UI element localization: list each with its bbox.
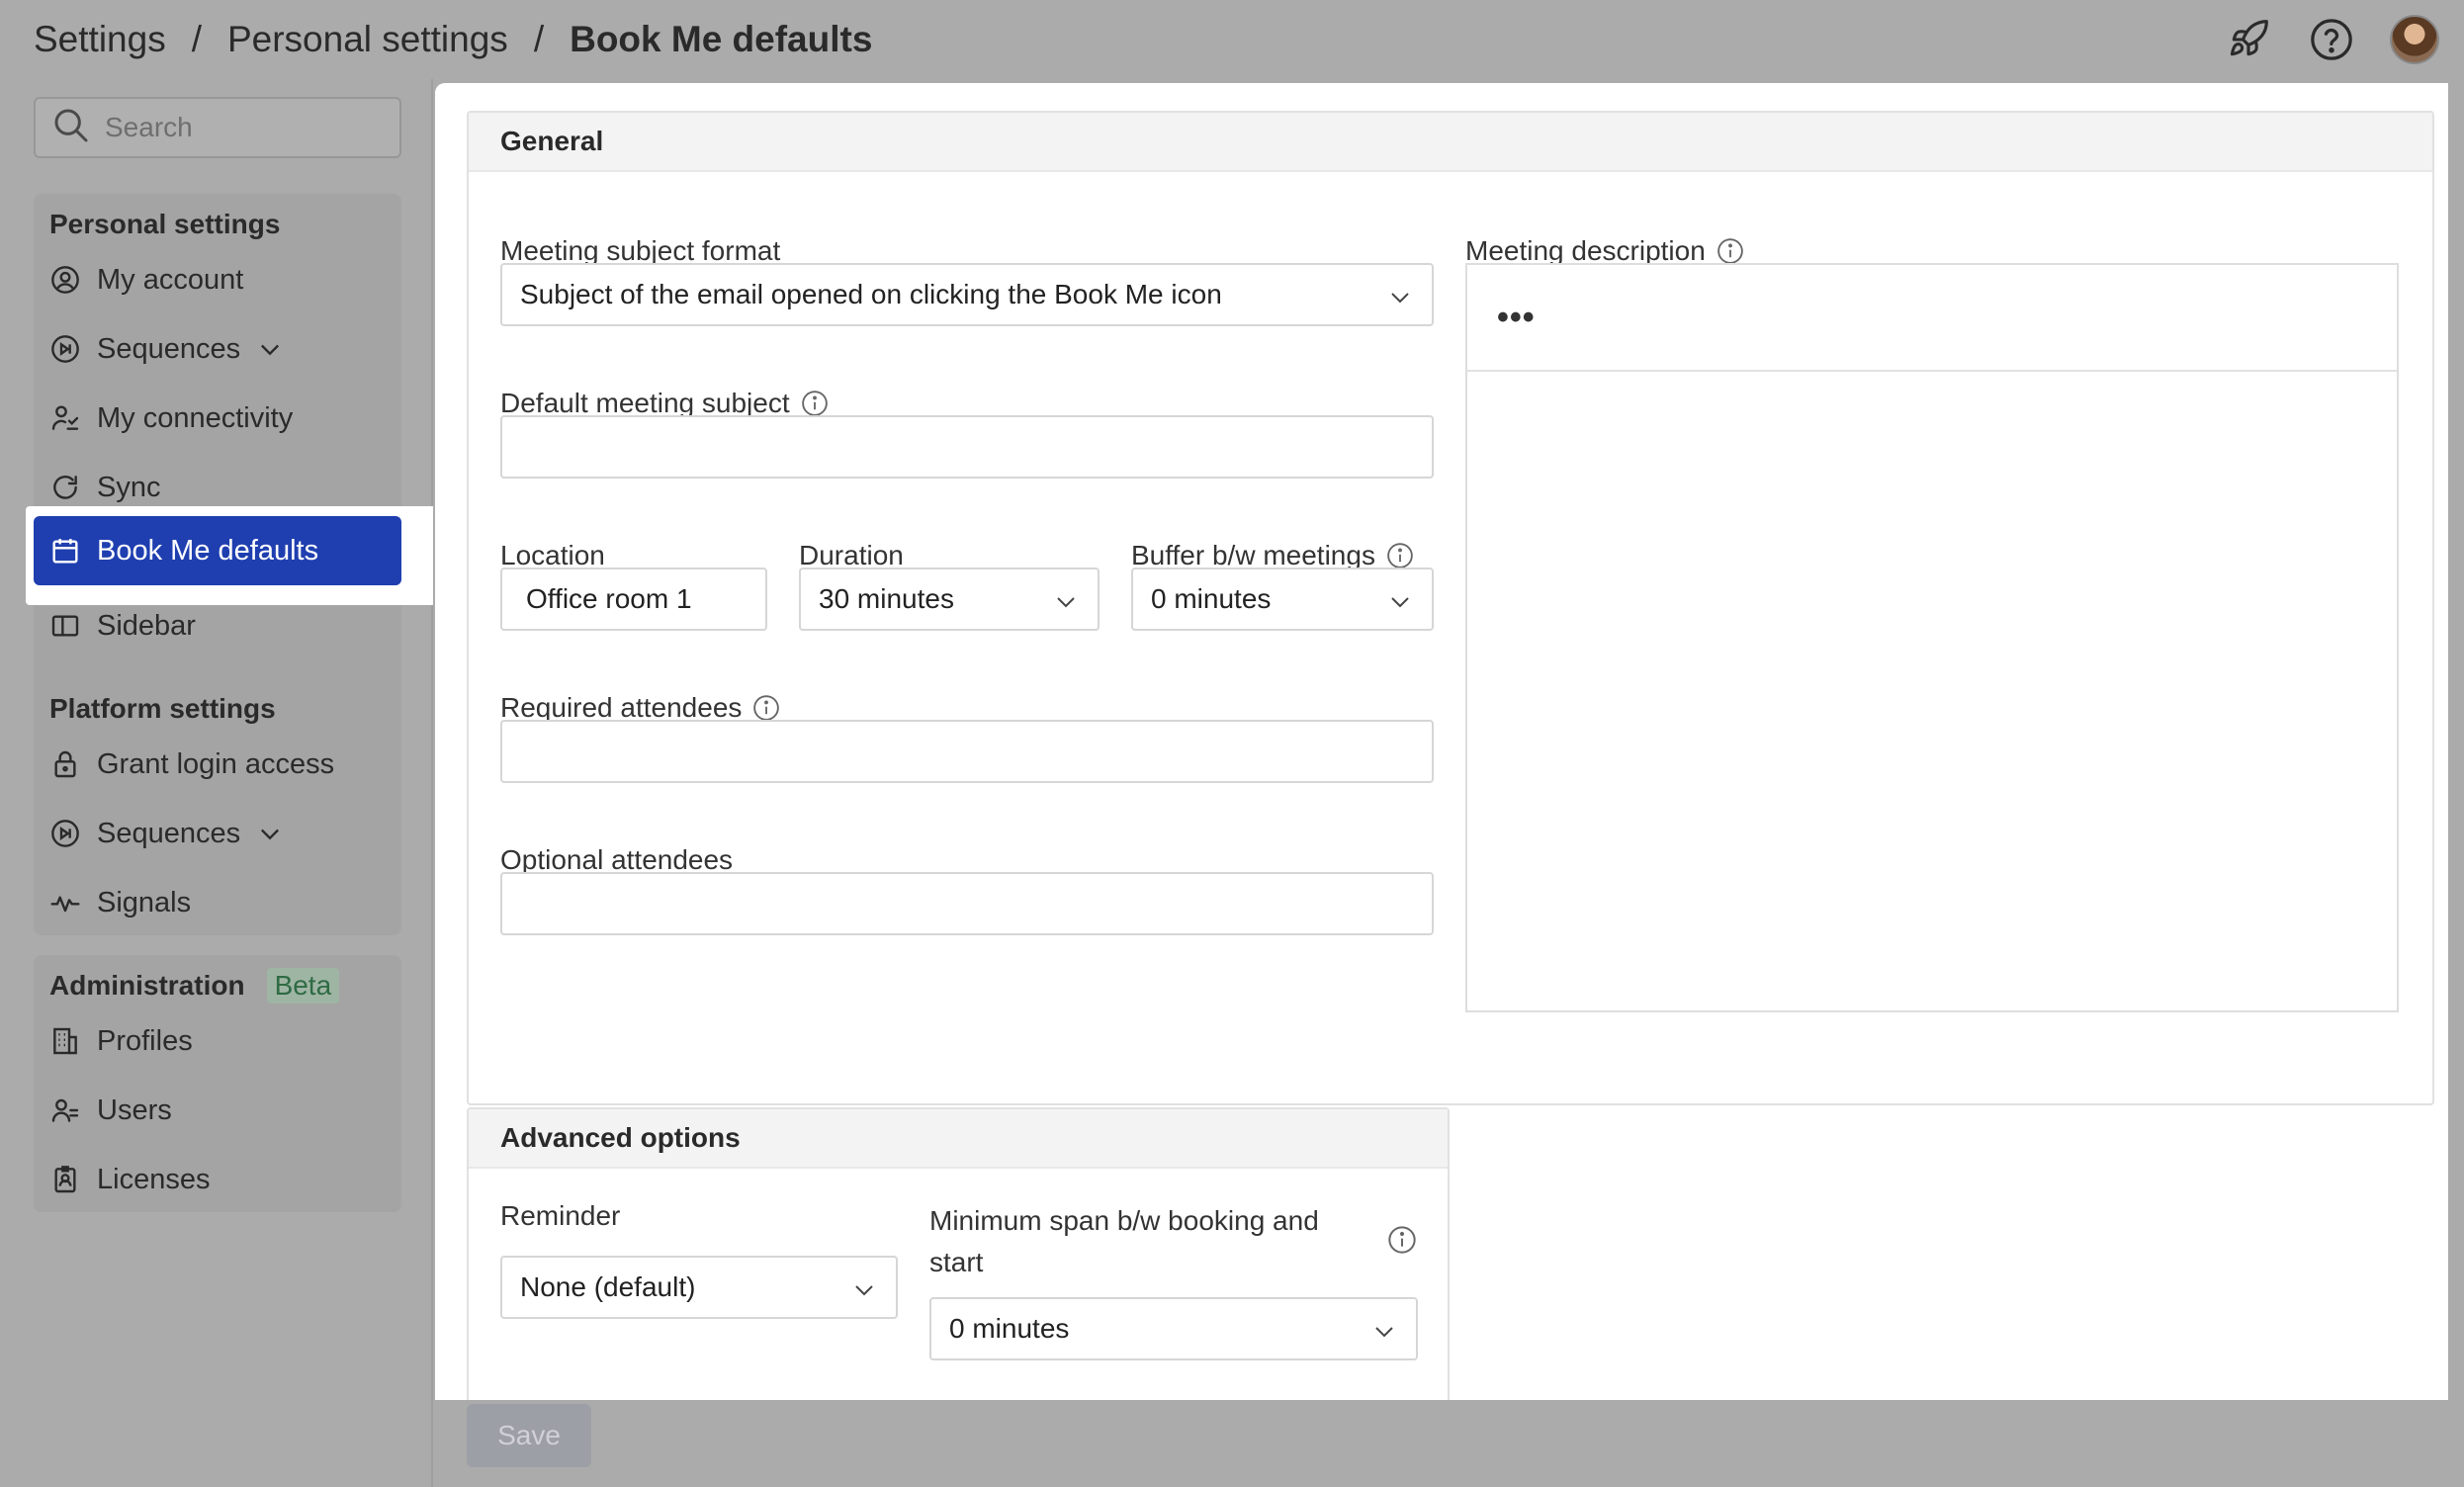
sequences-icon (49, 818, 81, 849)
min-span-label-line2: start (929, 1247, 984, 1277)
reminder-value: None (default) (520, 1271, 696, 1302)
breadcrumb-separator: / (533, 19, 545, 59)
sidebar-item-label: Licenses (97, 1163, 211, 1195)
sidebar-item-users[interactable]: Users (34, 1076, 401, 1145)
chevron-down-icon (850, 1277, 878, 1309)
administration-title: Administration (49, 970, 245, 1001)
chevron-down-icon (1386, 589, 1414, 621)
rocket-icon[interactable] (2223, 14, 2274, 65)
search-field[interactable]: Search (34, 97, 401, 158)
active-item-highlight: Book Me defaults (26, 506, 433, 605)
users-icon (49, 1094, 81, 1126)
sidebar-item-label: Profiles (97, 1024, 193, 1057)
meeting-subject-format-value: Subject of the email opened on clicking … (520, 279, 1222, 309)
sidebar-item-label: Sequences (97, 817, 241, 849)
info-icon[interactable] (1385, 541, 1415, 570)
info-icon[interactable] (1386, 1224, 1418, 1261)
sidebar-item-label: My account (97, 263, 244, 296)
beta-badge: Beta (266, 968, 340, 1004)
sidebar-item-label: Signals (97, 886, 192, 918)
page-title: Book Me defaults (570, 19, 873, 59)
chevron-down-icon[interactable] (256, 820, 284, 847)
advanced-options-title: Advanced options (469, 1109, 1448, 1169)
header-actions (2191, 14, 2440, 65)
general-card-title: General (469, 113, 2432, 172)
sidebar-item-platform-sequences[interactable]: Sequences (34, 799, 401, 868)
calendar-icon (49, 535, 81, 567)
reminder-select[interactable]: None (default) (500, 1256, 898, 1319)
sidebar-item-signals[interactable]: Signals (34, 868, 401, 937)
avatar[interactable] (2389, 14, 2440, 65)
location-input[interactable]: Office room 1 (500, 568, 767, 631)
buffer-value: 0 minutes (1151, 583, 1272, 614)
save-button[interactable]: Save (467, 1404, 591, 1467)
chevron-down-icon (1370, 1319, 1398, 1351)
required-attendees-input[interactable] (500, 720, 1434, 783)
sidebar-item-label: My connectivity (97, 401, 294, 434)
administration-group: Administration Beta Profiles Users Licen… (34, 955, 401, 1212)
info-icon[interactable] (1716, 236, 1745, 266)
general-card: General Meeting subject format Subject o… (467, 111, 2434, 1105)
editor-toolbar: ••• (1467, 265, 2397, 372)
buffer-select[interactable]: 0 minutes (1131, 568, 1434, 631)
license-icon (49, 1164, 81, 1195)
info-icon[interactable] (751, 693, 781, 723)
sidebar-item-my-connectivity[interactable]: My connectivity (34, 384, 401, 453)
top-header: Settings / Personal settings / Book Me d… (0, 0, 2464, 79)
default-meeting-subject-input[interactable] (500, 415, 1434, 479)
sidebar-item-label: Sidebar (97, 609, 196, 642)
duration-select[interactable]: 30 minutes (799, 568, 1100, 631)
duration-value: 30 minutes (819, 583, 954, 614)
signals-icon (49, 887, 81, 918)
meeting-description-editor[interactable]: ••• (1465, 263, 2399, 1012)
min-span-label: Minimum span b/w booking and start (929, 1200, 1319, 1283)
group-title: Personal settings (49, 209, 281, 239)
sync-icon (49, 472, 81, 503)
help-icon[interactable] (2306, 14, 2357, 65)
platform-settings-group: Platform settings Grant login access Seq… (34, 678, 401, 935)
search-input[interactable]: Search (105, 112, 193, 143)
more-options-icon[interactable]: ••• (1497, 299, 1536, 337)
sidebar-item-my-account[interactable]: My account (34, 245, 401, 314)
lock-icon (49, 748, 81, 780)
sequences-icon (49, 333, 81, 365)
breadcrumb-settings[interactable]: Settings (34, 19, 166, 60)
chevron-down-icon[interactable] (256, 335, 284, 363)
sidebar-item-sequences[interactable]: Sequences (34, 314, 401, 384)
sidebar-item-label: Grant login access (97, 747, 335, 780)
meeting-subject-format-select[interactable]: Subject of the email opened on clicking … (500, 263, 1434, 326)
optional-attendees-input[interactable] (500, 872, 1434, 935)
min-span-value: 0 minutes (949, 1313, 1070, 1344)
sidebar-item-profiles[interactable]: Profiles (34, 1006, 401, 1076)
sidebar-item-label: Sequences (97, 332, 241, 365)
info-icon[interactable] (800, 389, 830, 418)
user-circle-icon (49, 264, 81, 296)
advanced-options-card: Advanced options Reminder None (default)… (467, 1107, 1450, 1400)
sidebar-item-licenses[interactable]: Licenses (34, 1145, 401, 1214)
sidebar-item-grant-login-access[interactable]: Grant login access (34, 730, 401, 799)
sidebar: Search Personal settings My account Sequ… (0, 79, 433, 1487)
sidebar-item-label: Book Me defaults (97, 534, 319, 567)
sidebar-icon (49, 610, 81, 642)
sidebar-item-book-me-defaults[interactable]: Book Me defaults (34, 516, 401, 585)
sidebar-item-label: Sync (97, 471, 161, 503)
breadcrumb-separator: / (191, 19, 202, 59)
group-title: Platform settings (49, 693, 276, 724)
min-span-select[interactable]: 0 minutes (929, 1297, 1418, 1360)
breadcrumb-personal-settings[interactable]: Personal settings (227, 19, 508, 60)
search-icon (51, 106, 91, 150)
connectivity-icon (49, 402, 81, 434)
sidebar-item-label: Users (97, 1093, 172, 1126)
personal-settings-group: Personal settings My account Sequences M… (34, 194, 401, 742)
chevron-down-icon (1052, 589, 1080, 621)
settings-panel: General Meeting subject format Subject o… (435, 83, 2448, 1400)
min-span-label-line1: Minimum span b/w booking and (929, 1205, 1319, 1236)
group-title: Administration Beta (34, 955, 401, 1006)
chevron-down-icon (1386, 285, 1414, 316)
reminder-label: Reminder (500, 1200, 621, 1231)
building-icon (49, 1025, 81, 1057)
